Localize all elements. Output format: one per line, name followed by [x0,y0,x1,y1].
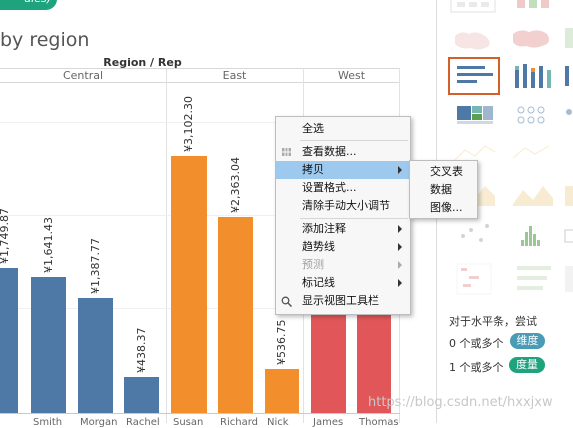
menu-item-trend-lines[interactable]: 趋势线 [276,238,410,256]
bar-rep-0[interactable] [0,268,18,413]
submenu-arrow-icon [398,261,402,269]
bar-value-label: ¥536.75 [275,319,288,366]
thumb-symbol-map [455,32,490,50]
region-header-west: West [337,69,366,82]
sheet-title: by region [0,29,90,51]
grid-icon [282,148,291,156]
thumb-scatter [461,224,489,242]
submenu-item-data[interactable]: 数据 [430,181,452,199]
submenu-arrow-icon [398,166,402,174]
submenu-arrow-icon [398,279,402,287]
bar-nick[interactable] [265,369,299,413]
bar-value-label: ¥1,641.43 [41,217,55,273]
thumb-heat-map [509,0,553,12]
region-header-central: Central [62,69,104,82]
thumb-side-bars [565,66,569,86]
bar-value-label: ¥2,363.04 [228,157,242,213]
x-axis-line [0,413,400,414]
region-header-east: East [222,69,247,82]
bar-value-label: ¥3,102.30 [182,96,195,152]
submenu-item-crosstab[interactable]: 交叉表 [430,163,463,181]
show-me-hint: 对于水平条，尝试 [449,315,537,328]
region-header-row: Central East West [0,68,400,83]
thumb-packed-bubbles [565,266,573,292]
bar-rachel[interactable] [124,377,159,413]
menu-item-clear-manual-sizing[interactable]: 清除手动大小调节 [276,197,410,215]
thumb-gantt [456,263,492,295]
submenu-arrow-icon [398,243,402,251]
copy-submenu: 交叉表 数据 图像... [409,160,478,219]
thumb-bullet [517,266,551,290]
menu-separator [300,218,408,219]
bar-richard[interactable] [218,217,253,413]
thumb-lines [454,145,550,161]
thumb-box-plot [564,229,573,243]
bar-james[interactable] [311,309,346,413]
thumb-partial [565,28,573,48]
thumb-filled-map [513,30,549,48]
menu-item-annotate[interactable]: 添加注释 [276,220,410,238]
magnifier-icon [281,296,292,307]
bar-value-label: ¥1,387.77 [88,238,102,294]
bar-morgan[interactable] [78,298,113,413]
bar-value-label: ¥438.37 [134,327,148,374]
dimension-requirement-label: 0 个或多个 [449,337,504,350]
menu-item-copy[interactable]: 拷贝 [276,161,410,179]
measure-pill: 度量 [509,357,545,373]
submenu-item-image[interactable]: 图像... [430,199,463,217]
thumb-text-table [450,0,496,13]
menu-separator [300,140,408,141]
submenu-arrow-icon [398,225,402,233]
thumb-circle-views [517,106,545,124]
menu-item-reference-lines[interactable]: 标记线 [276,274,410,292]
bar-smith[interactable] [31,277,66,413]
watermark: https://blog.csdn.net/hxxjxw [368,395,553,410]
menu-item-forecast: 预测 [276,256,410,274]
column-header: Region / Rep [0,52,435,69]
menu-item-view-data[interactable]: 查看数据... [276,143,410,161]
thumb-treemap [457,106,493,124]
context-menu: 全选 查看数据... 拷贝 设置格式... 清除手动大小调节 添加注释 趋势线 … [275,116,411,315]
menu-item-select-all[interactable]: 全选 [276,120,410,138]
dimension-pill: 维度 [510,333,545,349]
thumb-side-circles [566,109,572,115]
measure-pill-fragment[interactable]: ales) [0,0,57,10]
measure-requirement-label: 1 个或多个 [449,361,504,374]
menu-item-format[interactable]: 设置格式... [276,179,410,197]
thumb-histogram [521,226,540,246]
menu-item-show-view-toolbar[interactable]: 显示视图工具栏 [276,292,410,310]
bar-susan[interactable] [171,156,207,413]
thumb-stacked-bars [515,64,551,88]
bar-value-label: ¥1,749.87 [0,208,11,264]
